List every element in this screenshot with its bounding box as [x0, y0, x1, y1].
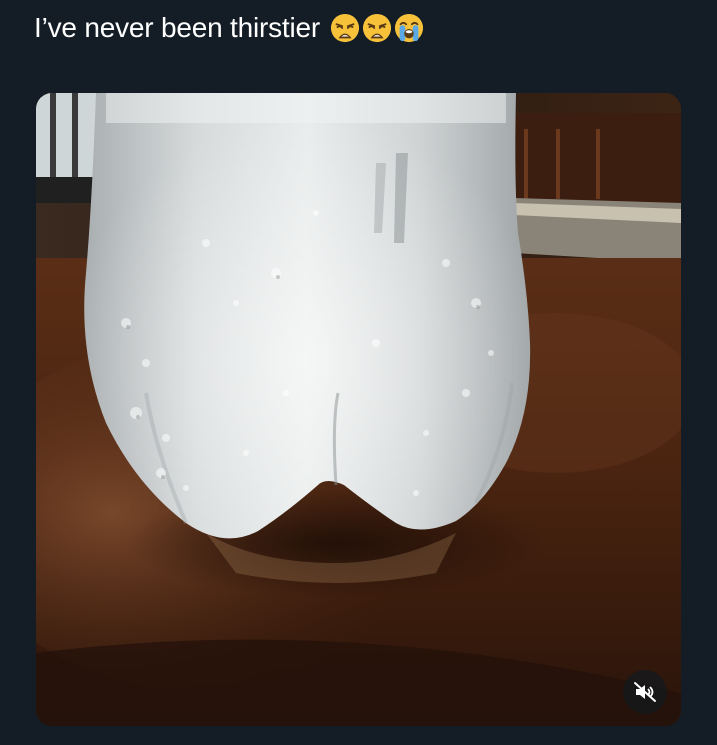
video-frame: [36, 93, 681, 726]
tweet-container: I’ve never been thirstier: [0, 0, 717, 745]
tweet-text: I’ve never been thirstier: [34, 12, 321, 43]
media-video[interactable]: [36, 93, 681, 726]
weary-face-emoji: [362, 13, 392, 43]
speaker-muted-icon: [634, 682, 656, 702]
loudly-crying-face-emoji: [394, 13, 424, 43]
emoji-group: [330, 13, 424, 43]
mute-toggle-button[interactable]: [623, 670, 667, 714]
weary-face-emoji: [330, 13, 360, 43]
tweet-body: I’ve never been thirstier: [34, 8, 424, 48]
